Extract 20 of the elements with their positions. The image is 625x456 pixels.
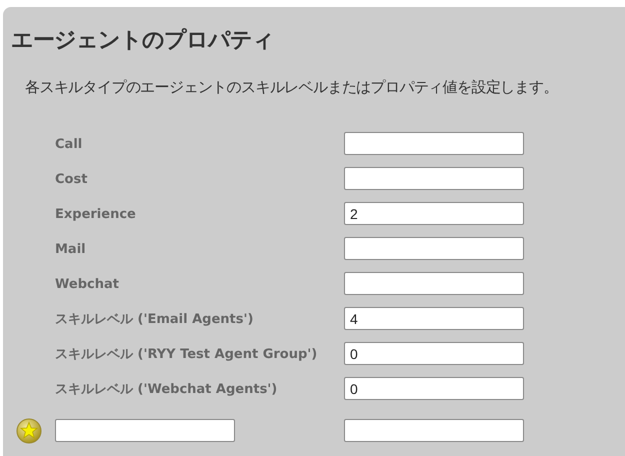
value-field[interactable] [344,419,524,442]
value-field[interactable]: 0 [344,377,524,400]
property-label: スキルレベル ('Email Agents') [55,310,254,328]
value-field[interactable] [344,272,524,295]
value-field[interactable]: 4 [344,307,524,330]
value-field[interactable] [344,132,524,155]
page-title: エージェントのプロパティ [11,27,274,55]
value-field[interactable]: 0 [344,342,524,365]
property-label: スキルレベル ('RYY Test Agent Group') [55,346,318,362]
property-label: スキルレベル ('Webchat Agents') [55,380,278,398]
property-label: Mail [55,242,87,256]
property-label: Webchat [55,276,120,292]
property-label: Cost [55,172,88,186]
property-label: Experience [55,206,137,222]
name-field[interactable] [55,419,235,442]
property-label: Call [55,136,84,152]
value-field[interactable]: 2 [344,202,524,225]
description-text: 各スキルタイプのエージェントのスキルレベルまたはプロパティ値を設定します。 [25,78,558,97]
value-field[interactable] [344,167,524,190]
value-field[interactable] [344,237,524,260]
